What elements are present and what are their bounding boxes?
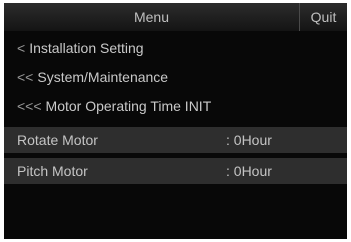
- pitch-motor-value: : 0Hour: [226, 163, 272, 179]
- pitch-motor-label: Pitch Motor: [17, 163, 88, 179]
- rotate-motor-row[interactable]: Rotate Motor : 0Hour: [4, 127, 347, 153]
- quit-button[interactable]: Quit: [299, 3, 347, 31]
- page-title: Menu: [133, 9, 170, 25]
- back-arrow-icon: <<<: [17, 98, 42, 114]
- back-arrow-icon: <<: [17, 69, 34, 85]
- breadcrumb-label: System/Maintenance: [37, 69, 169, 85]
- screen: Menu Quit < Installation Setting << System…: [4, 3, 347, 239]
- breadcrumb-installation-setting[interactable]: < Installation Setting: [4, 35, 347, 61]
- breadcrumb-label: Installation Setting: [29, 40, 144, 56]
- breadcrumb-system-maintenance[interactable]: << System/Maintenance: [4, 64, 347, 90]
- rotate-motor-label: Rotate Motor: [17, 132, 98, 148]
- back-arrow-icon: <: [17, 40, 26, 56]
- rotate-motor-value: : 0Hour: [226, 132, 272, 148]
- breadcrumb-label: Motor Operating Time INIT: [45, 98, 212, 114]
- header-bar: Menu Quit: [4, 3, 347, 31]
- breadcrumb-motor-operating-time-init[interactable]: <<< Motor Operating Time INIT: [4, 93, 347, 119]
- pitch-motor-row[interactable]: Pitch Motor : 0Hour: [4, 158, 347, 184]
